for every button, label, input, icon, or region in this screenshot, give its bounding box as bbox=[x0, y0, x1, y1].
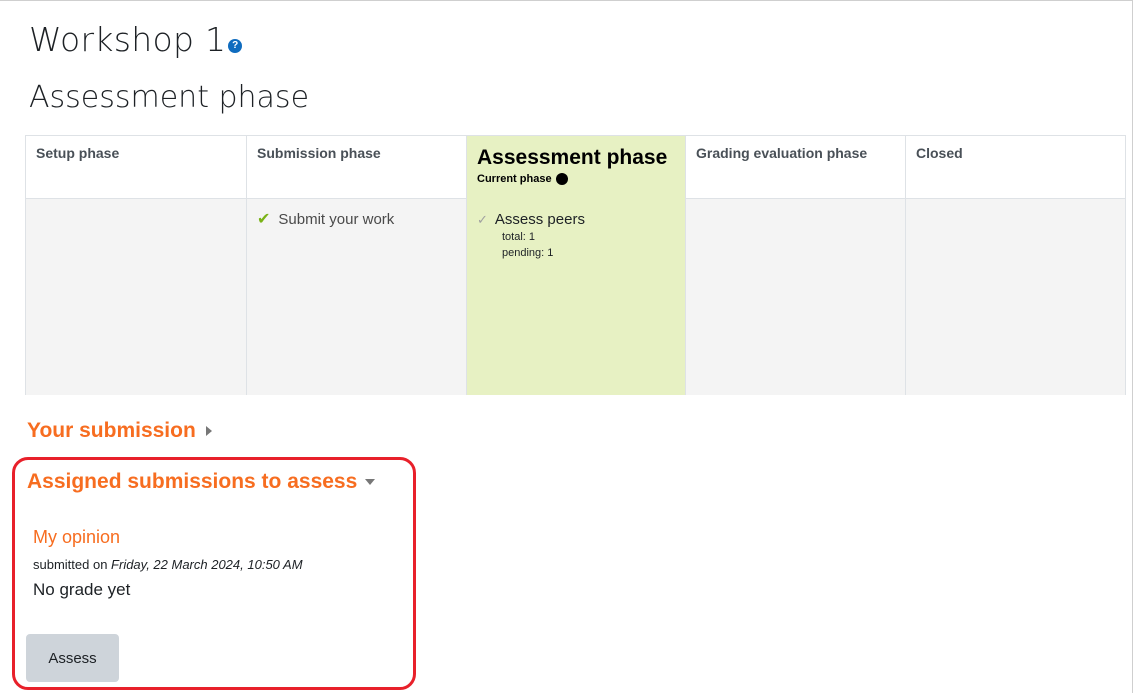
submission-title-link[interactable]: My opinion bbox=[33, 527, 120, 548]
submission-meta: submitted on Friday, 22 March 2024, 10:5… bbox=[33, 557, 303, 572]
phase-name-active: Assessment phase Current phase bbox=[467, 136, 685, 199]
caret-down-icon bbox=[365, 479, 376, 485]
task-detail-total: total: 1 bbox=[502, 231, 536, 243]
current-phase-label: Current phase bbox=[477, 173, 552, 185]
assess-button[interactable]: Assess bbox=[26, 634, 119, 682]
assigned-submissions-toggle[interactable]: Assigned submissions to assess bbox=[27, 470, 376, 494]
user-plan-table: Setup phase Submission phase ✔ Submit yo… bbox=[25, 135, 1126, 395]
grade-status: No grade yet bbox=[33, 580, 131, 599]
active-phase-title: Assessment phase bbox=[477, 146, 668, 169]
task-detail-pending: pending: 1 bbox=[502, 247, 554, 259]
task-submit-work: ✔ Submit your work bbox=[257, 211, 456, 229]
your-submission-toggle[interactable]: Your submission bbox=[27, 419, 212, 443]
question-circle-icon[interactable]: ? bbox=[228, 39, 243, 53]
task-assess-peers: ✓ Assess peers bbox=[477, 211, 675, 229]
caret-right-icon bbox=[205, 426, 212, 436]
submitted-date: Friday, 22 March 2024, 10:50 AM bbox=[111, 557, 303, 572]
phase-column-grading-evaluation: Grading evaluation phase bbox=[686, 136, 906, 395]
phase-tasks: ✔ Submit your work bbox=[247, 199, 466, 395]
current-phase-indicator: Current phase bbox=[477, 173, 675, 185]
phase-name: Grading evaluation phase bbox=[686, 136, 905, 199]
phase-tasks bbox=[906, 199, 1125, 395]
phase-column-submission: Submission phase ✔ Submit your work bbox=[247, 136, 467, 395]
phase-column-setup: Setup phase bbox=[26, 136, 247, 395]
phase-tasks bbox=[26, 199, 246, 395]
current-phase-dot-icon bbox=[555, 173, 568, 185]
check-done-icon: ✔ bbox=[257, 211, 271, 228]
phase-tasks: ✓ Assess peers total: 1 pending: 1 bbox=[467, 199, 685, 395]
phase-name: Submission phase bbox=[247, 136, 466, 199]
task-label: Assess peers bbox=[494, 211, 585, 228]
phase-name: Setup phase bbox=[26, 136, 246, 199]
check-todo-icon: ✓ bbox=[477, 212, 488, 227]
phase-name: Closed bbox=[906, 136, 1125, 199]
page-title-text: Workshop 1 bbox=[29, 20, 227, 59]
phase-tasks bbox=[686, 199, 905, 395]
section-title: Assigned submissions to assess bbox=[27, 470, 358, 493]
page-title: Workshop 1 ? bbox=[29, 20, 243, 59]
section-title: Your submission bbox=[27, 419, 196, 442]
current-phase-heading: Assessment phase bbox=[29, 80, 310, 115]
task-label: Submit your work bbox=[278, 211, 395, 228]
submitted-prefix: submitted on bbox=[33, 557, 112, 572]
phase-column-closed: Closed bbox=[906, 136, 1125, 395]
phase-column-assessment: Assessment phase Current phase ✓ Assess … bbox=[467, 136, 686, 395]
